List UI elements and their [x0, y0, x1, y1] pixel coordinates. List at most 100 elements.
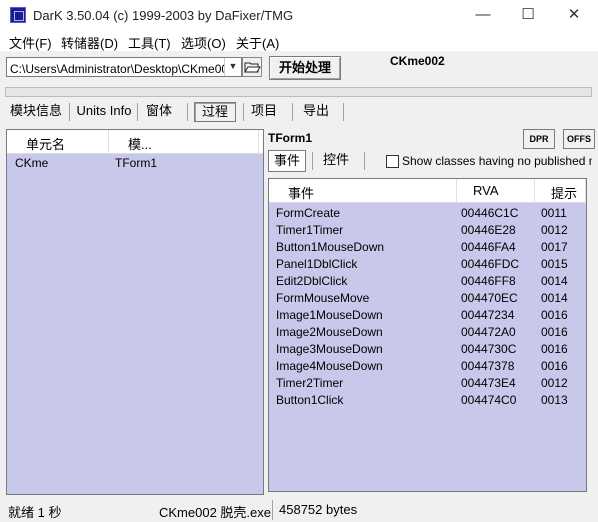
tab-divider — [364, 152, 365, 170]
open-folder-icon — [244, 62, 261, 73]
column-header-rva[interactable]: RVA — [473, 183, 499, 198]
event-name: Edit2DblClick — [276, 274, 348, 288]
event-rva: 00446FDC — [461, 257, 520, 271]
table-row[interactable]: Timer1Timer 00446E28 0012 — [269, 222, 586, 239]
table-row[interactable]: Image2MouseDown 004472A0 0016 — [269, 324, 586, 341]
events-table[interactable]: 事件 RVA 提示 FormCreate 00446C1C 0011 Timer1Ti… — [268, 178, 587, 492]
column-divider[interactable] — [108, 130, 109, 154]
open-folder-button[interactable] — [242, 57, 262, 77]
event-name: Timer1Timer — [276, 223, 344, 237]
event-rva: 00447234 — [461, 308, 515, 322]
column-header-hint[interactable]: 提示 — [551, 183, 577, 202]
event-hint: 0015 — [541, 257, 568, 271]
dpr-button[interactable]: DPR — [523, 129, 555, 149]
title-bar: DarK 3.50.04 (c) 1999-2003 by DaFixer/TM… — [0, 0, 598, 31]
event-rva: 00446FF8 — [461, 274, 516, 288]
chevron-down-icon[interactable]: ▼ — [224, 58, 241, 76]
show-classes-checkbox[interactable] — [386, 155, 399, 168]
tab-exports[interactable]: 导出 — [300, 102, 332, 122]
event-name: Image3MouseDown — [276, 342, 383, 356]
tab-module-info[interactable]: 模块信息 — [8, 102, 64, 122]
tab-divider — [69, 103, 70, 121]
event-rva: 00446C1C — [461, 206, 519, 220]
tab-procedures[interactable]: 过程 — [194, 102, 236, 122]
table-row[interactable]: Image1MouseDown 00447234 0016 — [269, 307, 586, 324]
tab-events[interactable]: 事件 — [268, 150, 306, 172]
table-row[interactable]: Timer2Timer 004473E4 0012 — [269, 375, 586, 392]
status-size: 458752 bytes — [279, 502, 358, 517]
tab-divider — [187, 103, 188, 121]
event-hint: 0011 — [541, 206, 567, 220]
tab-units-info[interactable]: Units Info — [76, 102, 132, 122]
start-process-button[interactable]: 开始处理 — [269, 56, 341, 80]
event-hint: 0012 — [541, 223, 568, 237]
event-rva: 004474C0 — [461, 393, 517, 407]
column-header-module[interactable]: 模... — [128, 134, 152, 153]
show-classes-label: Show classes having no published meth — [402, 154, 592, 168]
menu-options[interactable]: 选项(O) — [181, 33, 226, 52]
menu-dumper[interactable]: 转储器(D) — [61, 33, 118, 52]
event-name: Image2MouseDown — [276, 325, 383, 339]
column-divider[interactable] — [258, 130, 259, 154]
list-item[interactable]: CKme TForm1 — [7, 155, 263, 171]
tab-controls[interactable]: 控件 — [318, 150, 354, 172]
event-name: Button1MouseDown — [276, 240, 385, 254]
event-name: Image4MouseDown — [276, 359, 383, 373]
table-row[interactable]: FormMouseMove 004470EC 0014 — [269, 290, 586, 307]
column-header-event[interactable]: 事件 — [288, 183, 314, 202]
offs-button[interactable]: OFFS — [563, 129, 595, 149]
column-header-unit-name[interactable]: 单元名 — [26, 134, 65, 153]
tab-divider — [137, 103, 138, 121]
event-hint: 0013 — [541, 393, 568, 407]
window-title: DarK 3.50.04 (c) 1999-2003 by DaFixer/TM… — [33, 8, 294, 23]
event-hint: 0016 — [541, 342, 568, 356]
event-hint: 0014 — [541, 274, 568, 288]
status-divider — [272, 500, 273, 520]
unit-module: TForm1 — [115, 156, 157, 170]
event-hint: 0014 — [541, 291, 568, 305]
table-row[interactable]: Button1MouseDown 00446FA4 0017 — [269, 239, 586, 256]
tab-divider — [243, 103, 244, 121]
app-icon — [10, 7, 26, 23]
event-rva: 00446E28 — [461, 223, 516, 237]
units-list[interactable]: 单元名 模... CKme TForm1 — [6, 129, 264, 495]
status-state: 就绪 1 秒 — [8, 505, 62, 520]
event-hint: 0017 — [541, 240, 568, 254]
tab-divider — [343, 103, 344, 121]
table-row[interactable]: Edit2DblClick 00446FF8 0014 — [269, 273, 586, 290]
main-tab-bar: 模块信息 Units Info 窗体 过程 项目 导出 — [0, 100, 598, 124]
tab-project[interactable]: 项目 — [248, 102, 280, 122]
tab-forms[interactable]: 窗体 — [143, 102, 175, 122]
event-hint: 0012 — [541, 376, 568, 390]
maximize-button[interactable]: ☐ — [505, 0, 551, 31]
column-divider[interactable] — [585, 179, 586, 203]
event-name: Button1Click — [276, 393, 344, 407]
event-rva: 00446FA4 — [461, 240, 516, 254]
status-bar: 就绪 1 秒 CKme002 脱壳.exe 458752 bytes — [0, 498, 598, 522]
minimize-button[interactable]: — — [460, 0, 506, 31]
file-path-value: C:\Users\Administrator\Desktop\CKme002 脱 — [10, 62, 224, 76]
tab-divider — [312, 152, 313, 170]
file-path-combobox[interactable]: C:\Users\Administrator\Desktop\CKme002 脱… — [6, 57, 242, 77]
column-divider[interactable] — [534, 179, 535, 203]
menu-file[interactable]: 文件(F) — [9, 33, 52, 52]
menu-about[interactable]: 关于(A) — [236, 33, 279, 52]
table-row[interactable]: Button1Click 004474C0 0013 — [269, 392, 586, 409]
event-name: FormMouseMove — [276, 291, 370, 305]
progress-bar — [5, 87, 592, 97]
form-name-label: TForm1 — [268, 131, 313, 145]
event-name: Image1MouseDown — [276, 308, 383, 322]
unit-name: CKme — [15, 156, 49, 170]
tab-divider — [292, 103, 293, 121]
menu-tools[interactable]: 工具(T) — [128, 33, 171, 52]
close-button[interactable]: ✕ — [551, 0, 597, 31]
units-list-header: 单元名 模... — [7, 130, 263, 154]
target-name-label: CKme002 — [390, 54, 445, 68]
table-row[interactable]: Panel1DblClick 00446FDC 0015 — [269, 256, 586, 273]
table-row[interactable]: Image4MouseDown 00447378 0016 — [269, 358, 586, 375]
column-divider[interactable] — [456, 179, 457, 203]
event-name: Timer2Timer — [276, 376, 344, 390]
event-name: Panel1DblClick — [276, 257, 358, 271]
table-row[interactable]: FormCreate 00446C1C 0011 — [269, 205, 586, 222]
table-row[interactable]: Image3MouseDown 0044730C 0016 — [269, 341, 586, 358]
